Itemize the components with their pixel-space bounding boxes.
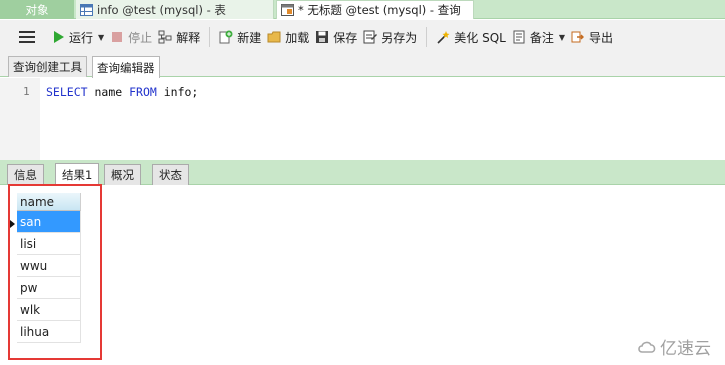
result-panel: name san lisi wwu pw wlk lihua [0, 186, 725, 365]
toolbar-divider [426, 27, 428, 47]
tab-query-builder[interactable]: 查询创建工具 [8, 56, 87, 77]
note-icon [513, 30, 525, 44]
beautify-sql-button-label: 美化 SQL [454, 30, 506, 45]
menu-icon[interactable] [19, 31, 35, 43]
save-icon [316, 31, 329, 43]
annotation-highlight-box [8, 184, 102, 360]
save-button[interactable]: 保存 [312, 24, 360, 50]
explain-button-label: 解释 [176, 30, 201, 45]
save-as-icon [363, 30, 378, 44]
line-number: 1 [23, 85, 30, 98]
magic-wand-icon [437, 31, 450, 44]
tab-untitled-query-label: * 无标题 @test (mysql) - 查询 [298, 3, 461, 17]
tab-query-editor[interactable]: 查询编辑器 [92, 56, 160, 78]
tab-status-label: 状态 [159, 168, 182, 182]
stop-button[interactable]: 停止 [107, 24, 155, 50]
tab-profile[interactable]: 概况 [104, 164, 141, 185]
tab-table-info-label: info @test (mysql) - 表 [97, 2, 226, 17]
tab-message-label: 信息 [14, 168, 37, 182]
tab-message[interactable]: 信息 [7, 164, 44, 185]
watermark-logo: 亿速云 [637, 334, 711, 359]
sql-keyword-from: FROM [129, 85, 157, 99]
sql-table-name: info; [156, 85, 199, 99]
run-button-label: 运行 [69, 30, 94, 45]
stop-icon [112, 32, 123, 42]
editor-mode-tabs: 查询创建工具 查询编辑器 [0, 54, 725, 78]
run-dropdown-chevron-icon[interactable]: ▼ [98, 33, 104, 42]
tab-result1[interactable]: 结果1 [55, 163, 100, 185]
sql-column-name: name [87, 85, 130, 99]
new-query-button-label: 新建 [237, 30, 262, 45]
tab-query-editor-label: 查询编辑器 [97, 60, 155, 75]
play-icon [54, 31, 64, 43]
comment-button-label: 备注 [529, 30, 554, 45]
tab-untitled-query[interactable]: * 无标题 @test (mysql) - 查询 [276, 0, 474, 19]
load-button-label: 加载 [285, 30, 310, 45]
query-toolbar: 运行 ▼ 停止 解释 新建 加载 保存 另存为 美化 SQL 备注 ▼ 导出 [0, 20, 725, 54]
export-button-label: 导出 [589, 30, 614, 45]
export-button[interactable]: 导出 [568, 24, 616, 50]
explain-button[interactable]: 解释 [155, 24, 203, 50]
tab-objects[interactable]: 对象 [0, 0, 74, 19]
toolbar-divider [209, 27, 211, 47]
new-query-button[interactable]: 新建 [216, 24, 264, 50]
tab-query-builder-label: 查询创建工具 [13, 60, 82, 74]
explain-icon [158, 30, 172, 44]
line-number-gutter: 1 [0, 78, 40, 160]
sql-keyword-select: SELECT [46, 85, 88, 99]
tab-profile-label: 概况 [111, 168, 134, 182]
save-button-label: 保存 [333, 30, 358, 45]
tab-status[interactable]: 状态 [152, 164, 189, 185]
export-icon [571, 31, 585, 43]
comment-dropdown-chevron-icon[interactable]: ▼ [559, 33, 565, 42]
result-tabs: 信息 结果1 概况 状态 [0, 160, 725, 185]
save-as-button-label: 另存为 [381, 30, 418, 45]
query-icon [281, 4, 294, 16]
folder-icon [267, 31, 281, 43]
stop-button-label: 停止 [128, 30, 153, 45]
new-query-icon [219, 30, 233, 44]
run-button[interactable]: 运行 ▼ [48, 24, 107, 50]
load-button[interactable]: 加载 [264, 24, 312, 50]
table-icon [80, 3, 93, 16]
beautify-sql-button[interactable]: 美化 SQL [433, 24, 509, 50]
tab-table-info[interactable]: info @test (mysql) - 表 [76, 0, 274, 19]
save-as-button[interactable]: 另存为 [360, 24, 420, 50]
cloud-logo-icon [638, 341, 656, 353]
watermark-text: 亿速云 [660, 339, 711, 359]
document-tab-strip: 对象 info @test (mysql) - 表 * 无标题 @test (m… [0, 0, 725, 19]
tab-result1-label: 结果1 [62, 167, 93, 182]
tab-objects-label: 对象 [25, 2, 49, 17]
comment-button[interactable]: 备注 ▼ [509, 24, 568, 50]
sql-editor[interactable]: 1 SELECT name FROM info; [0, 78, 725, 160]
sql-code-line[interactable]: SELECT name FROM info; [46, 85, 198, 99]
